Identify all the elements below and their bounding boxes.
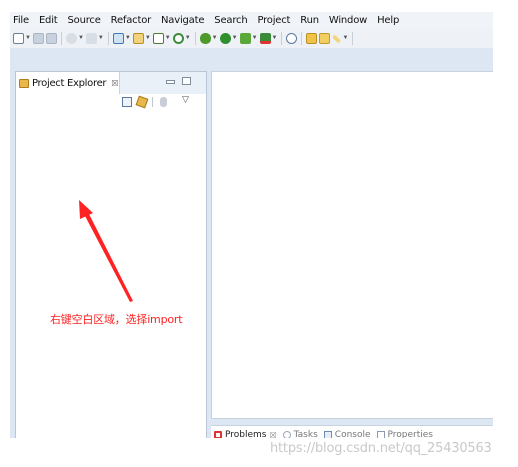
screenshot: File Edit Source Refactor Navigate Searc…	[0, 0, 518, 467]
arrow-head	[79, 200, 93, 219]
arrow-shaft	[84, 212, 133, 302]
watermark: https://blog.csdn.net/qq_25430563	[270, 441, 492, 456]
annotation-text: 右键空白区域，选择import	[50, 313, 183, 326]
annotation-arrow	[79, 200, 133, 302]
